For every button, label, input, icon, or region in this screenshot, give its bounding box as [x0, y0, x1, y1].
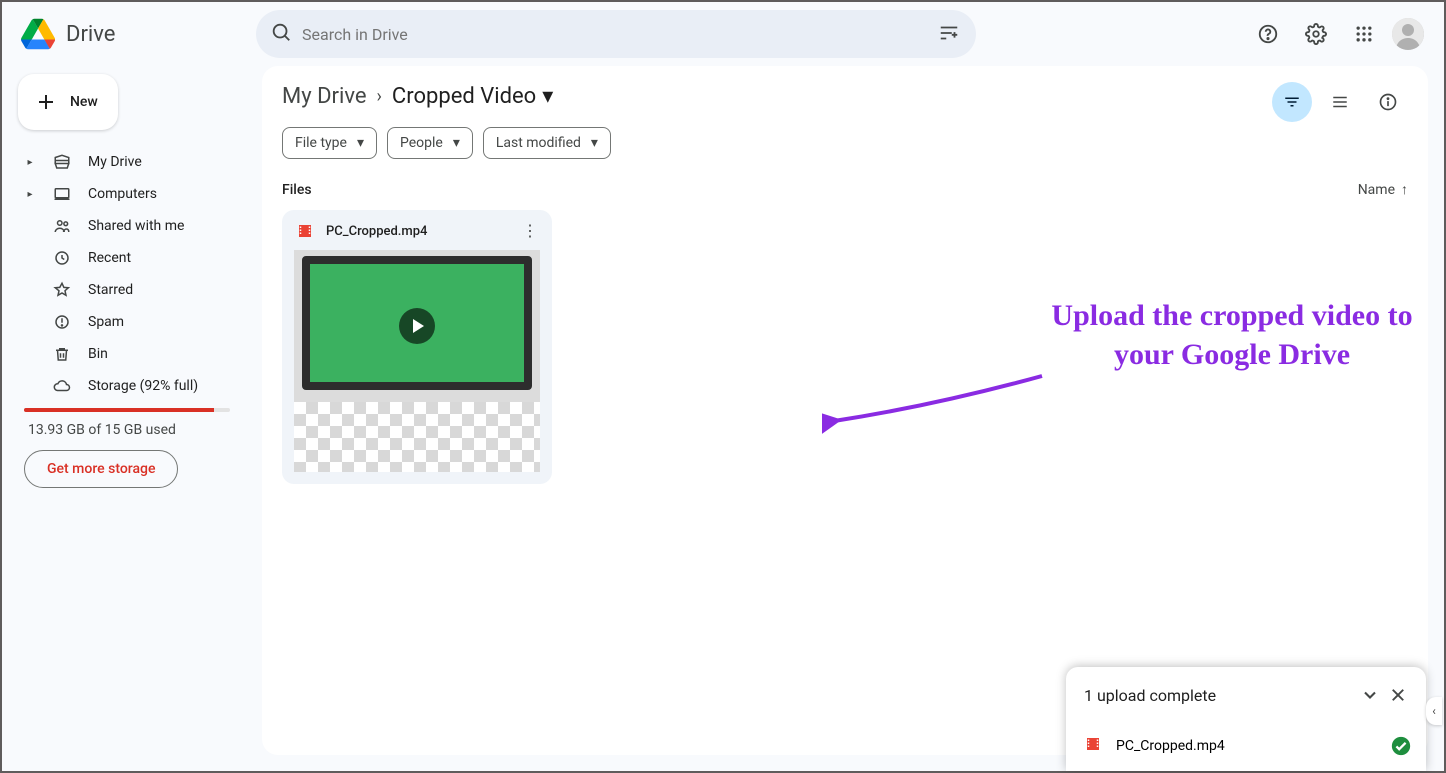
chip-last-modified[interactable]: Last modified ▾ — [483, 127, 611, 159]
recent-icon — [52, 249, 72, 267]
drive-logo-icon — [18, 14, 58, 54]
chip-label: People — [400, 135, 443, 151]
mydrive-icon — [52, 153, 72, 171]
main-panel: My Drive › Cropped Video▾ File type▾ Peo… — [262, 66, 1428, 755]
nav-shared[interactable]: Shared with me — [18, 210, 240, 242]
file-thumbnail — [294, 250, 540, 402]
apps-grid-icon[interactable] — [1344, 14, 1384, 54]
check-circle-icon — [1390, 735, 1412, 757]
chip-file-type[interactable]: File type ▾ — [282, 127, 377, 159]
get-more-storage-button[interactable]: Get more storage — [24, 450, 178, 488]
list-view-icon[interactable] — [1320, 82, 1360, 122]
shared-icon — [52, 217, 72, 235]
nav-spam[interactable]: Spam — [18, 306, 240, 338]
tune-icon[interactable] — [938, 22, 962, 46]
chevron-right-icon: › — [377, 86, 382, 107]
dropdown-caret-icon: ▾ — [591, 135, 598, 151]
computers-icon — [52, 185, 72, 203]
nav-label: Spam — [88, 314, 124, 330]
search-icon — [270, 21, 292, 47]
close-icon[interactable] — [1384, 681, 1412, 709]
chip-label: File type — [295, 135, 347, 151]
app-name: Drive — [66, 22, 115, 47]
sort-toggle[interactable]: Name ↑ — [1358, 181, 1408, 198]
new-button[interactable]: New — [18, 74, 118, 130]
nav-label: Shared with me — [88, 218, 184, 234]
toast-file-name: PC_Cropped.mp4 — [1116, 738, 1225, 754]
spam-icon — [52, 313, 72, 331]
dropdown-caret-icon: ▾ — [453, 135, 460, 151]
sidebar: New ▸ My Drive ▸ Computers Shared with me … — [2, 66, 256, 771]
nav-label: My Drive — [88, 154, 142, 170]
nav-starred[interactable]: Starred — [18, 274, 240, 306]
breadcrumb-root[interactable]: My Drive — [282, 84, 367, 109]
file-card-header: PC_Cropped.mp4 ⋮ — [282, 222, 552, 250]
more-vert-icon[interactable]: ⋮ — [518, 223, 542, 239]
account-avatar[interactable] — [1392, 18, 1424, 50]
header-bar: Drive — [2, 2, 1444, 66]
dropdown-caret-icon: ▾ — [357, 135, 364, 151]
chip-label: Last modified — [496, 135, 581, 151]
sort-label: Name — [1358, 182, 1395, 198]
search-bar[interactable] — [256, 10, 976, 58]
dropdown-caret-icon: ▾ — [542, 84, 553, 109]
chip-people[interactable]: People ▾ — [387, 127, 473, 159]
cloud-icon — [52, 377, 72, 395]
search-input[interactable] — [302, 25, 928, 44]
play-icon — [399, 308, 435, 344]
filter-chips: File type ▾ People ▾ Last modified ▾ — [282, 127, 1408, 159]
drive-logo[interactable]: Drive — [18, 14, 248, 54]
nav-label: Bin — [88, 346, 108, 362]
nav-bin[interactable]: Bin — [18, 338, 240, 370]
file-card[interactable]: PC_Cropped.mp4 ⋮ — [282, 210, 552, 484]
breadcrumb-current[interactable]: Cropped Video▾ — [392, 84, 553, 109]
nav-label: Storage (92% full) — [88, 378, 198, 394]
nav-storage[interactable]: Storage (92% full) — [18, 370, 240, 402]
nav-list: ▸ My Drive ▸ Computers Shared with me Rece… — [18, 146, 240, 402]
info-icon[interactable] — [1368, 82, 1408, 122]
help-icon[interactable] — [1248, 14, 1288, 54]
chevron-down-icon[interactable] — [1356, 681, 1384, 709]
file-name: PC_Cropped.mp4 — [326, 224, 506, 239]
toast-file-row[interactable]: PC_Cropped.mp4 — [1066, 723, 1426, 771]
upload-toast: 1 upload complete PC_Cropped.mp4 — [1066, 667, 1426, 771]
nav-recent[interactable]: Recent — [18, 242, 240, 274]
nav-label: Starred — [88, 282, 133, 298]
nav-computers[interactable]: ▸ Computers — [18, 178, 240, 210]
section-title: Files — [282, 182, 312, 198]
arrow-up-icon: ↑ — [1401, 181, 1408, 198]
thumbnail-transparency — [294, 402, 540, 472]
view-tools — [1272, 82, 1408, 122]
nav-my-drive[interactable]: ▸ My Drive — [18, 146, 240, 178]
storage-text: 13.93 GB of 15 GB used — [18, 422, 240, 438]
expand-icon[interactable]: ▸ — [24, 189, 36, 200]
toast-header: 1 upload complete — [1066, 667, 1426, 723]
star-icon — [52, 281, 72, 299]
storage-fill — [24, 408, 214, 412]
header-actions — [1248, 14, 1428, 54]
toast-title: 1 upload complete — [1084, 686, 1216, 705]
section-header: Files Name ↑ — [282, 181, 1408, 198]
file-grid: PC_Cropped.mp4 ⋮ — [282, 210, 1408, 484]
video-file-icon — [296, 222, 314, 240]
nav-label: Computers — [88, 186, 157, 202]
bin-icon — [52, 345, 72, 363]
video-file-icon — [1084, 735, 1102, 757]
expand-icon[interactable]: ▸ — [24, 157, 36, 168]
side-panel-toggle[interactable]: ‹ — [1426, 697, 1442, 725]
storage-bar — [24, 408, 230, 412]
settings-gear-icon[interactable] — [1296, 14, 1336, 54]
new-button-label: New — [70, 94, 98, 110]
breadcrumb-current-label: Cropped Video — [392, 84, 536, 109]
breadcrumb: My Drive › Cropped Video▾ — [282, 84, 1408, 109]
nav-label: Recent — [88, 250, 131, 266]
filter-icon[interactable] — [1272, 82, 1312, 122]
